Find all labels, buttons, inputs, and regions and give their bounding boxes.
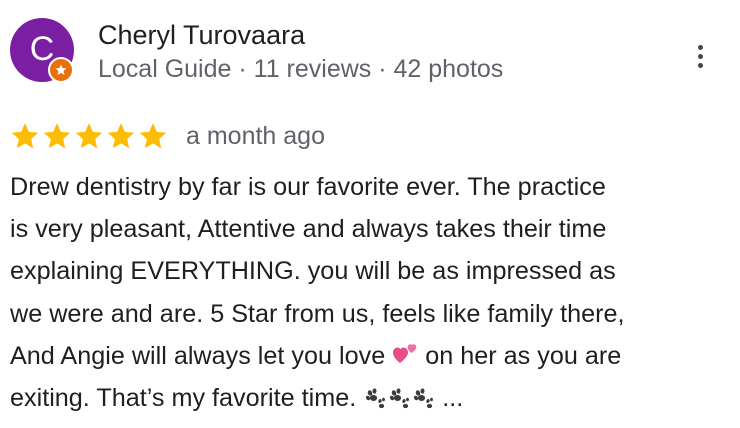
local-guide-star-icon (48, 57, 74, 83)
star-icon (107, 123, 135, 149)
more-vert-icon-dot (697, 53, 703, 59)
reviewer-meta: Local Guide · 11 reviews · 42 photos (98, 55, 504, 83)
more-vert-icon (697, 44, 703, 50)
review-line: is very pleasant, Attentive and always t… (10, 215, 607, 244)
review-date: a month ago (186, 121, 325, 150)
paw-prints-emoji (363, 384, 435, 412)
review-card: C Cheryl Turovaara Local Guide · 11 revi… (0, 0, 740, 428)
review-line-text: And Angie will always let you love (10, 341, 393, 370)
more-vert-icon-dot (697, 62, 703, 68)
paw-prints-icon (390, 388, 410, 409)
review-more-ellipsis[interactable]: ... (435, 384, 463, 412)
review-line: explaining EVERYTHING. you will be as im… (10, 257, 616, 286)
star-icon (11, 123, 39, 149)
review-text: Drew dentistry by far is our favorite ev… (10, 166, 734, 419)
review-line: we were and are. 5 Star from us, feels l… (10, 299, 625, 328)
reviewer-name[interactable]: Cheryl Turovaara (98, 20, 305, 51)
review-line: And Angie will always let you love on he… (10, 335, 734, 377)
two-hearts-icon (393, 344, 417, 363)
star-icon (43, 123, 71, 149)
review-line-text: exiting. That’s my favorite time. (10, 384, 364, 413)
rating-row: a month ago (10, 118, 325, 154)
review-line: Drew dentistry by far is our favorite ev… (10, 173, 606, 201)
review-line: exiting. That’s my favorite time. ... (10, 377, 734, 419)
local-guide-star-glyph (55, 64, 67, 75)
paw-prints-icon (366, 388, 386, 409)
paw-prints-icon (414, 388, 434, 409)
star-icon (75, 123, 103, 149)
review-line-text: on her as you are (418, 341, 622, 370)
star-rating (10, 121, 168, 151)
more-options-button[interactable] (684, 36, 716, 76)
star-icon (139, 123, 167, 149)
